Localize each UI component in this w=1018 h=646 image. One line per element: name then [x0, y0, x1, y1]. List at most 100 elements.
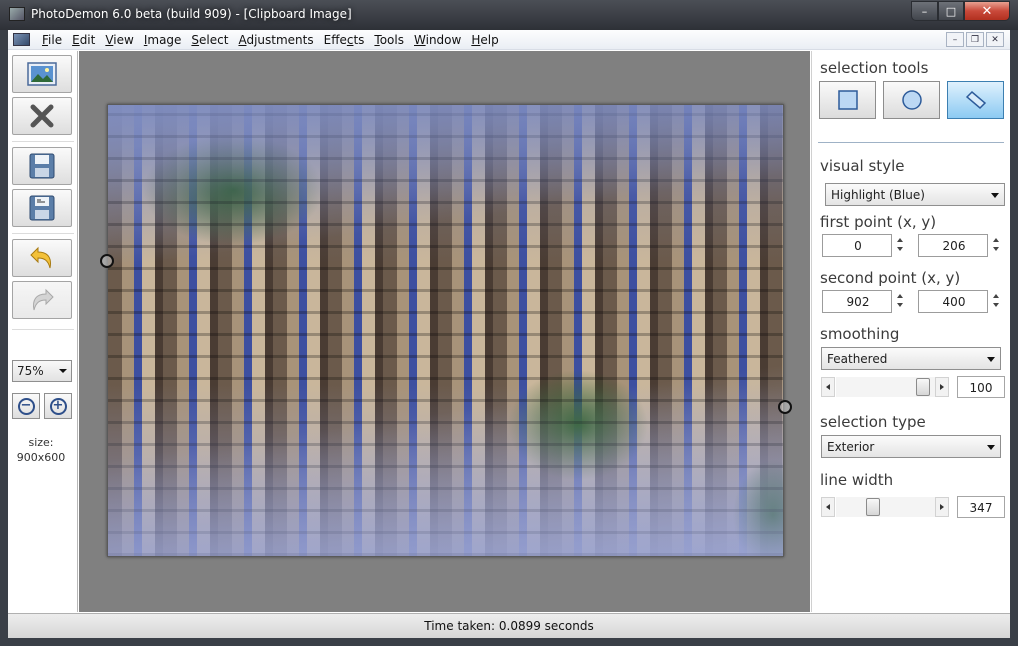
chevron-down-icon	[59, 369, 67, 373]
undo-button[interactable]	[12, 239, 72, 277]
zoom-out-icon: −	[17, 397, 35, 415]
selection-tools-label: selection tools	[820, 59, 929, 77]
line-select-button[interactable]	[947, 81, 1004, 119]
slider-left-arrow[interactable]	[821, 377, 835, 397]
chevron-right-icon	[940, 384, 944, 390]
chevron-down-icon	[987, 357, 995, 362]
menu-adjustments[interactable]: Adjustments	[233, 32, 318, 48]
line-width-label: line width	[820, 471, 894, 489]
menu-effects[interactable]: Effects	[319, 32, 370, 48]
smoothing-value-input[interactable]: 100	[957, 376, 1005, 398]
spin-arrows-icon[interactable]	[989, 234, 1003, 257]
save-as-icon	[29, 195, 55, 221]
menu-file[interactable]: File	[37, 32, 67, 48]
slider-track[interactable]	[836, 497, 936, 517]
minimize-button[interactable]: –	[911, 1, 938, 21]
redo-icon	[33, 288, 54, 311]
selection-type-label: selection type	[820, 413, 926, 431]
zoom-in-icon: +	[49, 397, 67, 415]
menu-window[interactable]: Window	[409, 32, 466, 48]
status-bar: Time taken: 0.0899 seconds	[8, 613, 1010, 638]
panel-separator	[818, 142, 1004, 143]
slider-thumb[interactable]	[916, 378, 930, 396]
size-label: size:	[28, 436, 54, 449]
canvas-area[interactable]	[79, 51, 810, 612]
chevron-down-icon	[987, 445, 995, 450]
visual-style-select[interactable]: Highlight (Blue)	[825, 183, 1005, 206]
status-text: Time taken: 0.0899 seconds	[424, 619, 594, 633]
size-value: 900x600	[16, 451, 66, 464]
chevron-left-icon	[826, 504, 830, 510]
redo-button[interactable]	[12, 281, 72, 319]
first-point-label: first point (x, y)	[820, 213, 937, 231]
mdi-restore-button[interactable]: ❐	[966, 32, 984, 47]
smoothing-slider[interactable]	[821, 377, 951, 397]
document-icon[interactable]	[13, 33, 30, 46]
slider-right-arrow[interactable]	[935, 497, 949, 517]
mdi-controls: – ❐ ✕	[946, 32, 1004, 47]
line-width-slider[interactable]	[821, 497, 951, 517]
visual-style-label: visual style	[820, 157, 905, 175]
selection-handle-end[interactable]	[778, 400, 792, 414]
mdi-minimize-button[interactable]: –	[946, 32, 964, 47]
spin-arrows-icon[interactable]	[989, 290, 1003, 313]
toolbar-separator	[12, 233, 74, 234]
left-toolbar: 75% − + size: 900x600	[8, 51, 78, 612]
window-title: PhotoDemon 6.0 beta (build 909) - [Clipb…	[31, 7, 352, 21]
close-button[interactable]: ✕	[964, 1, 1010, 21]
close-image-button[interactable]	[12, 97, 72, 135]
first-point-y-input[interactable]: 206	[918, 234, 999, 257]
second-point-x-input[interactable]: 902	[822, 290, 903, 313]
rectangle-select-icon	[837, 90, 858, 110]
second-point-y-input[interactable]: 400	[918, 290, 999, 313]
slider-right-arrow[interactable]	[935, 377, 949, 397]
line-select-icon	[965, 90, 986, 110]
zoom-select[interactable]: 75%	[12, 360, 72, 382]
selection-type-select[interactable]: Exterior	[821, 435, 1001, 458]
open-image-button[interactable]	[12, 55, 72, 93]
second-point-label: second point (x, y)	[820, 269, 961, 287]
maximize-button[interactable]: □	[938, 1, 964, 21]
chevron-right-icon	[940, 504, 944, 510]
toolbar-separator	[12, 329, 74, 330]
rectangle-select-button[interactable]	[819, 81, 876, 119]
ellipse-select-button[interactable]	[883, 81, 940, 119]
image-canvas[interactable]	[107, 104, 784, 557]
title-bar: PhotoDemon 6.0 beta (build 909) - [Clipb…	[0, 0, 1018, 30]
menu-select[interactable]: Select	[186, 32, 233, 48]
menu-view[interactable]: View	[100, 32, 138, 48]
slider-left-arrow[interactable]	[821, 497, 835, 517]
chevron-down-icon	[991, 193, 999, 198]
menu-bar: File Edit View Image Select Adjustments …	[8, 30, 1010, 50]
selection-handle-start[interactable]	[100, 254, 114, 268]
window-client: File Edit View Image Select Adjustments …	[8, 30, 1010, 638]
smoothing-select[interactable]: Feathered	[821, 347, 1001, 370]
spin-arrows-icon[interactable]	[893, 290, 907, 313]
slider-track[interactable]	[836, 377, 936, 397]
first-point-x-input[interactable]: 0	[822, 234, 903, 257]
save-as-button[interactable]	[12, 189, 72, 227]
ellipse-select-icon	[901, 90, 922, 110]
save-icon	[29, 153, 55, 179]
app-icon[interactable]	[9, 7, 25, 21]
mdi-close-button[interactable]: ✕	[986, 32, 1004, 47]
open-image-icon	[27, 62, 57, 86]
selection-panel: selection tools visual style Highlight (…	[811, 51, 1010, 612]
menu-edit[interactable]: Edit	[67, 32, 100, 48]
window-controls: – □ ✕	[911, 1, 1010, 21]
menu-tools[interactable]: Tools	[369, 32, 409, 48]
zoom-out-button[interactable]: −	[12, 393, 40, 419]
toolbar-separator	[12, 141, 74, 142]
undo-icon	[30, 246, 51, 269]
close-image-icon	[30, 104, 54, 128]
menu-help[interactable]: Help	[466, 32, 503, 48]
spin-arrows-icon[interactable]	[893, 234, 907, 257]
chevron-left-icon	[826, 384, 830, 390]
photo-image	[108, 105, 783, 556]
menu-image[interactable]: Image	[139, 32, 187, 48]
smoothing-label: smoothing	[820, 325, 900, 343]
line-width-value-input[interactable]: 347	[957, 496, 1005, 518]
slider-thumb[interactable]	[866, 498, 880, 516]
zoom-in-button[interactable]: +	[44, 393, 72, 419]
save-button[interactable]	[12, 147, 72, 185]
